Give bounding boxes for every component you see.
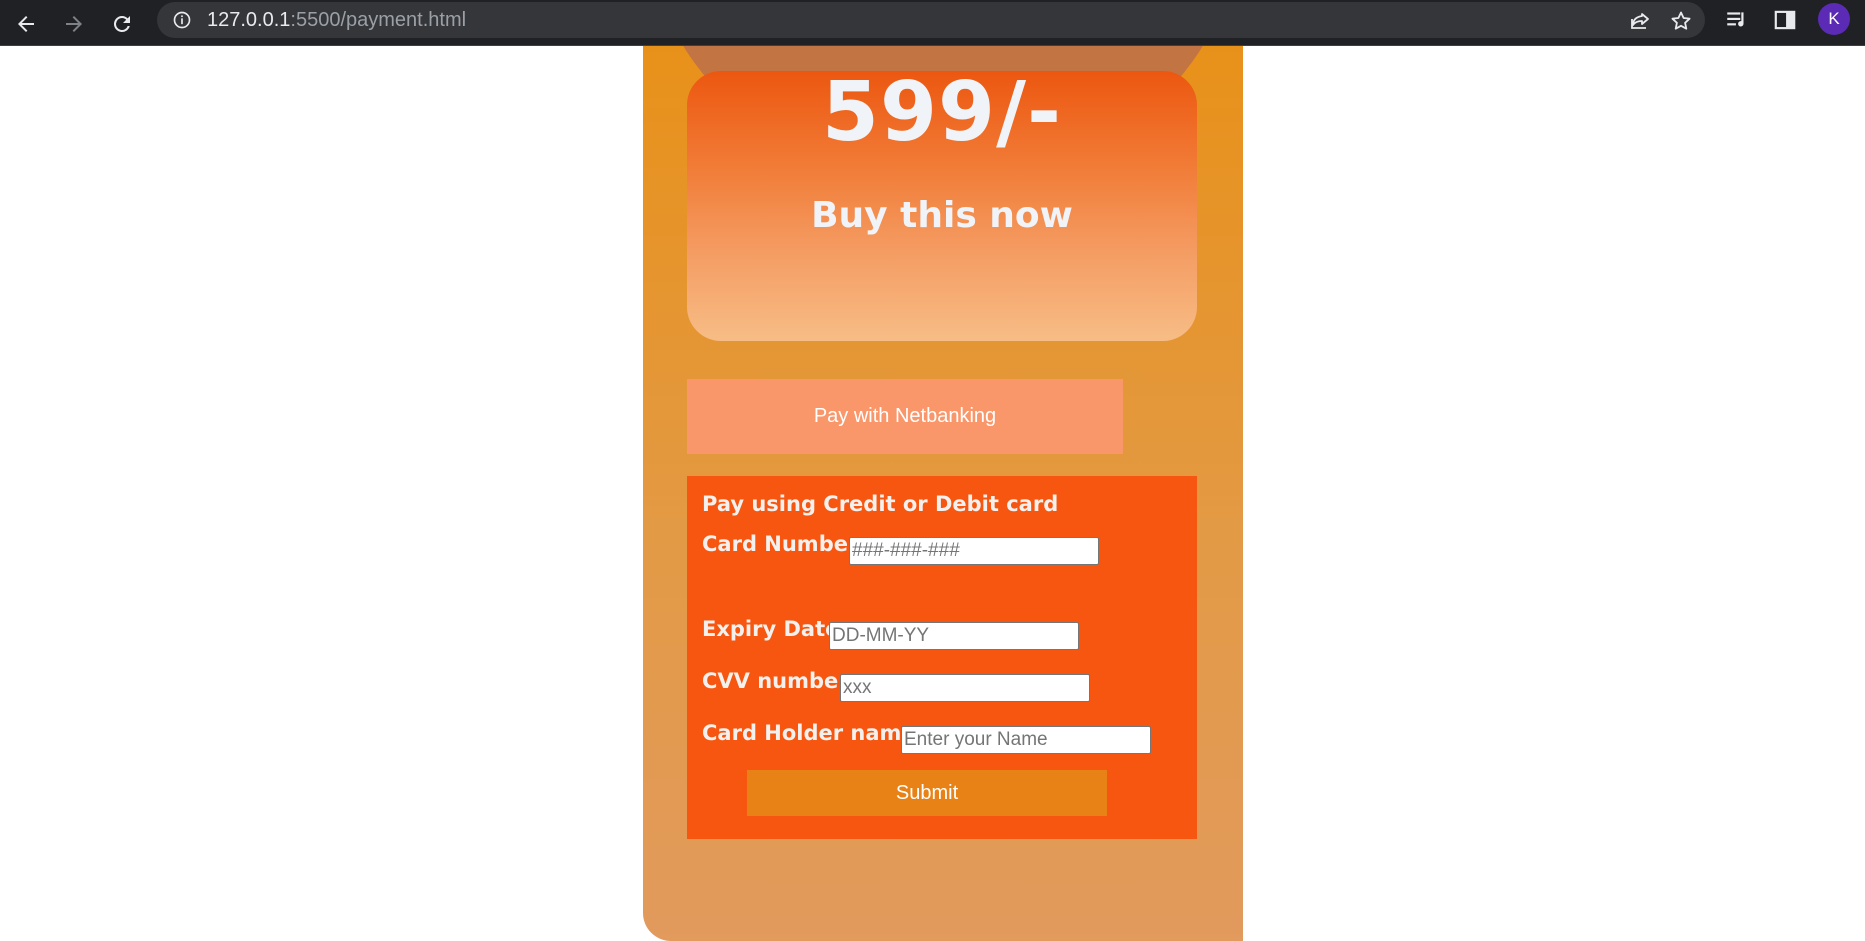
url-host: 127.0.0.1: [207, 9, 291, 31]
price-panel: 599/- Buy this now: [687, 65, 1197, 341]
info-icon[interactable]: [172, 10, 192, 30]
back-button[interactable]: [9, 7, 43, 41]
cvv-label: CVV number: [702, 669, 849, 693]
card-holder-label: Card Holder name: [702, 721, 916, 745]
submit-button[interactable]: Submit: [747, 770, 1107, 816]
arrow-right-icon: [66, 16, 82, 32]
price-text: 599/-: [821, 65, 1063, 160]
pay-netbanking-button[interactable]: Pay with Netbanking: [687, 379, 1123, 454]
side-panel-icon[interactable]: [1772, 7, 1798, 33]
form-title: Pay using Credit or Debit card: [702, 492, 1059, 516]
payment-card: 599/- Buy this now Pay with Netbanking P…: [643, 46, 1243, 941]
url-path: :5500/payment.html: [290, 9, 467, 31]
reading-list-icon[interactable]: [1724, 7, 1750, 33]
reload-button[interactable]: [105, 7, 139, 41]
browser-toolbar: 127.0.0.1:5500/payment.html K: [0, 0, 1865, 46]
expiry-date-input[interactable]: [829, 622, 1079, 650]
forward-button[interactable]: [57, 7, 91, 41]
card-payment-form: Pay using Credit or Debit card Card Numb…: [687, 476, 1197, 839]
card-number-label: Card Number: [702, 532, 859, 556]
reload-icon: [114, 16, 130, 32]
share-icon[interactable]: [1628, 9, 1652, 33]
profile-avatar[interactable]: K: [1818, 3, 1850, 35]
cvv-input[interactable]: [840, 674, 1090, 702]
card-holder-input[interactable]: [901, 726, 1151, 754]
url-text: 127.0.0.1:5500/payment.html: [207, 9, 466, 32]
arrow-left-icon: [18, 16, 34, 32]
card-number-input[interactable]: [849, 537, 1099, 565]
address-bar[interactable]: 127.0.0.1:5500/payment.html: [157, 2, 1705, 38]
star-icon[interactable]: [1669, 9, 1693, 33]
buy-heading: Buy this now: [811, 195, 1073, 236]
expiry-date-label: Expiry Date: [702, 617, 840, 641]
